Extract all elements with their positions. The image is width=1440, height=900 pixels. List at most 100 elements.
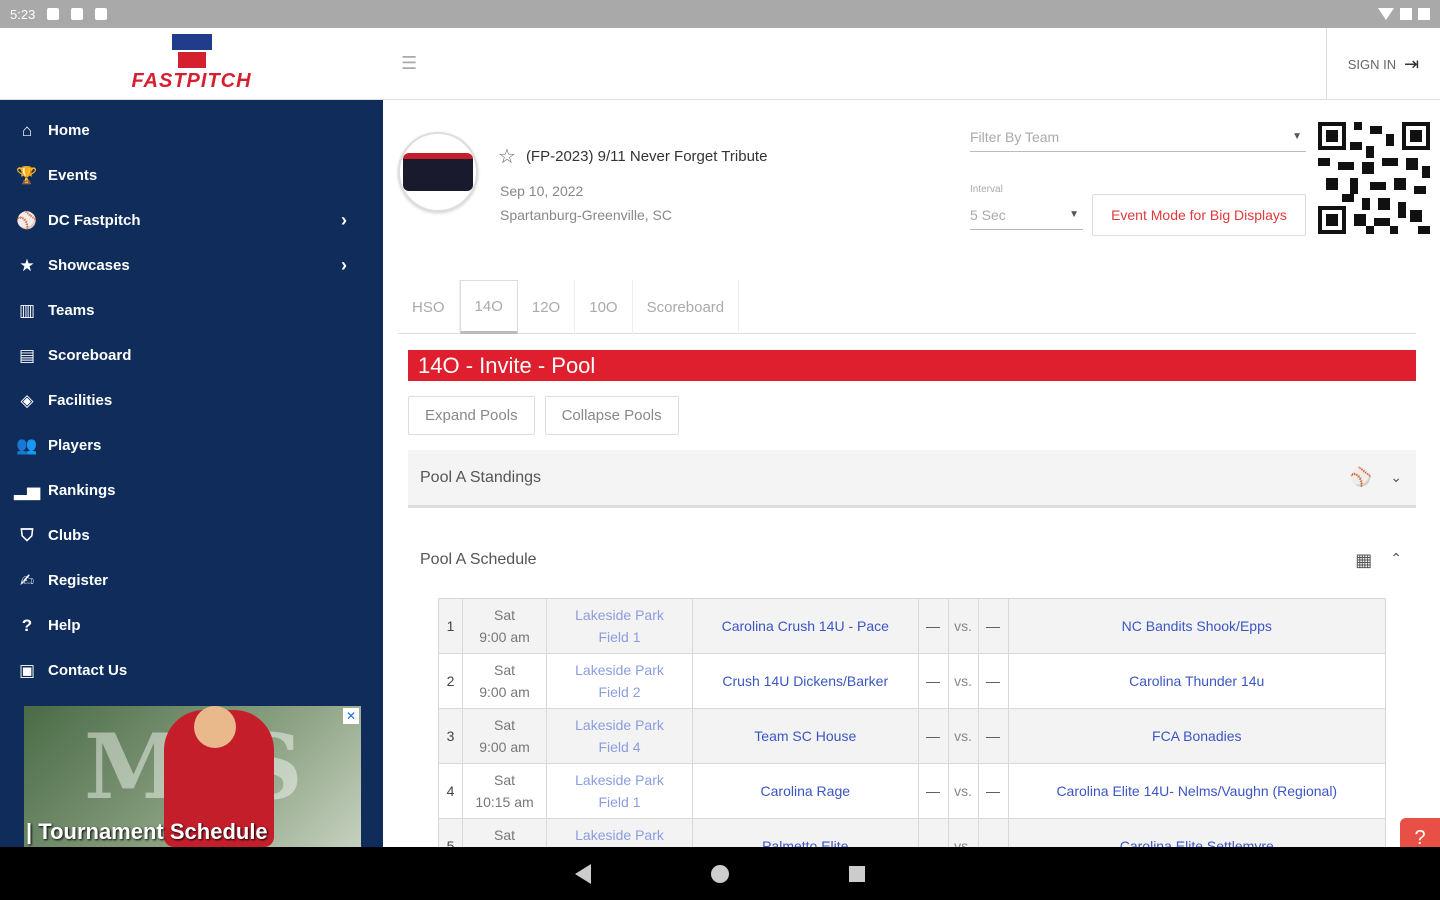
away-score: — [977, 818, 1009, 847]
tab-10o[interactable]: 10O [575, 280, 633, 334]
home-team-link[interactable]: Carolina Rage [692, 763, 919, 819]
game-field-link[interactable]: Lakeside Park Field 1 [546, 598, 693, 654]
game-day: Sat [493, 772, 515, 788]
sidebar-item-players[interactable]: 👥 Players [0, 423, 383, 468]
sidebar-item-facilities[interactable]: ◈ Facilities [0, 378, 383, 423]
game-number: 5 [438, 818, 463, 847]
collapse-pools-button[interactable]: Collapse Pools [544, 396, 679, 435]
interval-select[interactable]: 5 Sec ▼ [970, 200, 1083, 230]
sidebar-item-clubs[interactable]: ⛉ Clubs [0, 513, 383, 558]
home-score: — [917, 653, 949, 709]
sign-in-button[interactable]: SIGN IN ⇥ [1326, 28, 1440, 100]
table-row: 2 Sat 9:00 am Lakeside Park Field 2 Crush 14U… [438, 653, 1387, 709]
status-bar: 5:23 [0, 0, 1440, 28]
ad-close-icon[interactable]: ✕ [343, 708, 359, 724]
sidebar-item-label: Rankings [48, 482, 116, 499]
pool-a-schedule-header[interactable]: Pool A Schedule ▦ ⌃ [408, 530, 1416, 590]
sidebar-item-showcases[interactable]: ★ Showcases › [0, 243, 383, 288]
sidebar-item-label: Help [48, 617, 81, 634]
field-name: Lakeside Park [575, 717, 664, 733]
game-number: 2 [438, 653, 463, 709]
game-number: 1 [438, 598, 463, 654]
favorite-star-icon[interactable]: ☆ [498, 144, 516, 169]
back-icon[interactable] [575, 863, 591, 884]
away-score: — [977, 653, 1009, 709]
main-content: ☆ (FP-2023) 9/11 Never Forget Tribute Se… [384, 100, 1440, 847]
game-day: Sat [493, 717, 515, 733]
home-team-link[interactable]: Team SC House [692, 708, 919, 764]
sidebar-item-register[interactable]: ✍ Register [0, 558, 383, 603]
sidebar-item-contact-us[interactable]: ▣ Contact Us [0, 648, 383, 693]
ad-player-head [194, 706, 236, 748]
game-field-link[interactable]: Lakeside Park Field 4 [546, 708, 693, 764]
chevron-right-icon: › [341, 255, 347, 275]
home-team-link[interactable]: Palmetto Elite [692, 818, 919, 847]
game-field-link[interactable]: Lakeside ParkField 2 [546, 818, 693, 847]
away-team-link[interactable]: Carolina Thunder 14u [1007, 653, 1387, 709]
sidebar-item-home[interactable]: ⌂ Home [0, 108, 383, 153]
away-team-link[interactable]: NC Bandits Shook/Epps [1007, 598, 1387, 654]
sidebar-item-teams[interactable]: ▥ Teams [0, 288, 383, 333]
sidebar-item-label: Clubs [48, 527, 90, 544]
sidebar-item-dc-fastpitch[interactable]: ⚾ DC Fastpitch › [0, 198, 383, 243]
tab-scoreboard[interactable]: Scoreboard [633, 280, 740, 334]
away-score: — [977, 598, 1009, 654]
recent-apps-icon[interactable] [849, 865, 865, 882]
sidebar-item-events[interactable]: 🏆 Events [0, 153, 383, 198]
home-score: — [917, 598, 949, 654]
notification-icon [47, 8, 60, 20]
sign-in-label: SIGN IN [1347, 56, 1397, 72]
dropdown-arrow-icon: ▼ [1292, 131, 1302, 142]
players-icon: 👥 [16, 435, 38, 455]
sidebar-item-label: DC Fastpitch [48, 212, 141, 229]
home-score: — [917, 763, 949, 819]
status-time: 5:23 [10, 6, 36, 22]
game-time: Sat 10:15 am [462, 763, 547, 819]
game-field-link[interactable]: Lakeside Park Field 1 [546, 763, 693, 819]
scoreboard-icon: ▤ [18, 345, 36, 365]
field-name: Lakeside Park [575, 827, 664, 843]
sidebar-item-help[interactable]: ? Help [0, 603, 383, 648]
help-fab-button[interactable]: ? [1400, 818, 1440, 847]
field-name: Lakeside Park [575, 607, 664, 623]
sidebar-item-scoreboard[interactable]: ▤ Scoreboard [0, 333, 383, 378]
android-nav-bar [0, 847, 1440, 900]
tab-12o[interactable]: 12O [518, 280, 576, 334]
ad-banner[interactable]: MIS | Tournament Schedule ✕ [24, 706, 361, 847]
chevron-down-icon[interactable]: ⌄ [1390, 469, 1402, 486]
game-field-link[interactable]: Lakeside Park Field 2 [546, 653, 693, 709]
pool-a-standings-panel[interactable]: Pool A Standings ⚾ ⌄ [408, 450, 1416, 508]
tab-14o[interactable]: 14O [459, 280, 518, 334]
filter-by-team-select[interactable]: Filter By Team ▼ [970, 122, 1306, 152]
sd-card-icon [71, 8, 84, 20]
away-team-link[interactable]: FCA Bonadies [1007, 708, 1387, 764]
sidebar: FASTPITCH ⌂ Home 🏆 Events ⚾ DC Fastpitch › ★ Sho… [0, 28, 383, 847]
signal-icon [1400, 8, 1412, 20]
event-location: Spartanburg-Greenville, SC [500, 207, 672, 223]
table-row: 5Sat10:15 amLakeside ParkField 2Palmetto… [438, 818, 1387, 847]
away-team-link[interactable]: Carolina Elite 14U- Nelms/Vaughn (Region… [1007, 763, 1387, 819]
ad-title: | Tournament Schedule [26, 819, 268, 844]
team-icon: ▥ [18, 300, 36, 320]
sidebar-item-label: Register [48, 572, 109, 589]
menu-toggle-icon[interactable]: ☰ [401, 53, 417, 74]
home-team-link[interactable]: Crush 14U Dickens/Barker [692, 653, 919, 709]
sidebar-nav: ⌂ Home 🏆 Events ⚾ DC Fastpitch › ★ Showcases › ▥ Te… [0, 100, 383, 693]
expand-pools-button[interactable]: Expand Pools [408, 396, 535, 435]
field-number: Field 2 [598, 684, 641, 700]
home-circle-icon[interactable] [711, 864, 729, 883]
sidebar-item-rankings[interactable]: ▂▅ Rankings [0, 468, 383, 513]
game-time: Sat 9:00 am [462, 598, 547, 654]
event-info: ☆ (FP-2023) 9/11 Never Forget Tribute Se… [498, 144, 767, 223]
game-clock: 9:00 am [479, 629, 530, 645]
home-team-link[interactable]: Carolina Crush 14U - Pace [692, 598, 919, 654]
event-mode-button[interactable]: Event Mode for Big Displays [1092, 194, 1306, 236]
sign-in-icon: ⇥ [1404, 53, 1420, 74]
away-team-link[interactable]: Carolina Elite Settlemyre [1007, 818, 1387, 847]
field-name: Lakeside Park [575, 662, 664, 678]
home-score: — [917, 708, 949, 764]
tab-hso[interactable]: HSO [398, 280, 460, 334]
star-icon: ★ [19, 255, 35, 275]
chevron-up-icon[interactable]: ⌃ [1390, 550, 1402, 571]
logo[interactable]: FASTPITCH [0, 28, 383, 100]
